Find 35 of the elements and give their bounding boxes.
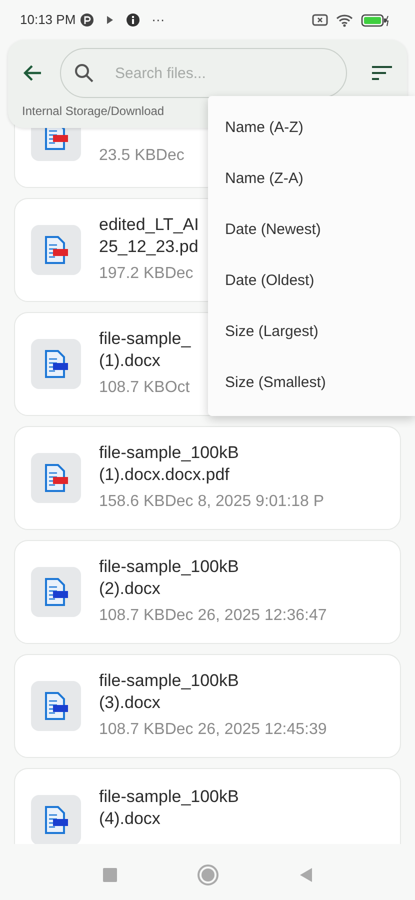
file-name: file-sample_100kB (3).docx [99,670,239,714]
file-card[interactable]: file-sample_100kB (2).docx 108.7 KBDec 26, 2025 12:36:47 [14,540,401,644]
home-icon[interactable] [196,864,218,886]
search-field[interactable]: Search files... [60,48,347,98]
folder-path: Internal Storage/Download [22,103,166,120]
file-details: 23.5 KBDec [99,146,184,166]
file-name: file-sample_ (1).docx [99,328,191,372]
info-icon [126,13,140,27]
document-icon [44,236,68,264]
file-name: file-sample_100kB (4).docx [99,786,239,830]
recents-icon[interactable] [102,868,116,882]
file-name: edited_LT_AI 25_12_23.pd [99,214,199,258]
file-name: file-sample_100kB (2).docx [99,556,239,600]
file-card[interactable]: file-sample_100kB (1).docx.docx.pdf 158.6 KBDec 8, 2025 9:01:18 P [14,426,401,530]
document-icon [44,464,68,492]
file-card[interactable]: file-sample_100kB (4).docx [14,768,401,844]
screen-cast-icon [312,13,328,27]
document-icon [44,350,68,378]
wifi-icon [336,14,353,26]
file-card[interactable]: file-sample_100kB (3).docx 108.7 KBDec 26, 2025 12:45:39 [14,654,401,758]
more-indicator: ··· [152,11,165,30]
document-icon [44,692,68,720]
battery-icon [361,14,389,26]
file-details: 108.7 KBDec 26, 2025 12:36:47 [99,606,327,626]
file-details: 158.6 KBDec 8, 2025 9:01:18 P [99,492,324,512]
file-details: 108.7 KBDec 26, 2025 12:45:39 [99,720,327,740]
back-icon[interactable] [298,867,312,883]
document-icon [44,578,68,606]
file-details: 108.7 KBOct [99,378,190,398]
document-icon [44,806,68,834]
file-details: 197.2 KBDec [99,264,194,284]
file-name: file-sample_100kB (1).docx.docx.pdf [99,442,239,486]
clock: 10:13 PM [20,11,76,30]
notification-icon [80,13,94,27]
sort-option[interactable]: Name (A-Z) [208,103,415,154]
